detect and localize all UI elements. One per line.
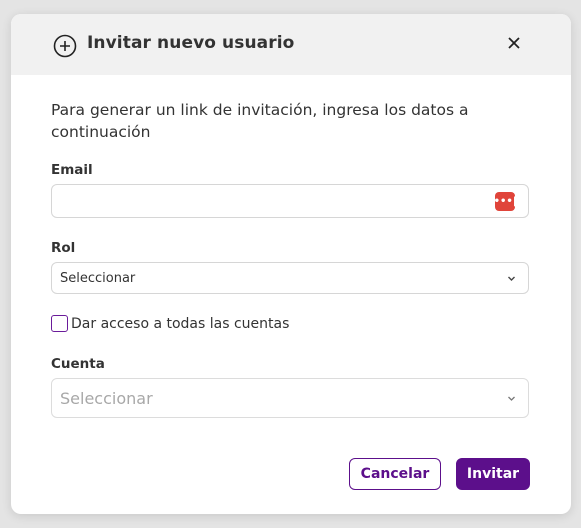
- intro-text: Para generar un link de invitación, ingr…: [51, 101, 469, 141]
- access-all-accounts-row[interactable]: Dar acceso a todas las cuentas: [51, 315, 289, 332]
- chevron-down-icon: [508, 396, 515, 401]
- access-all-accounts-checkbox[interactable]: [51, 315, 68, 332]
- email-label: Email: [51, 162, 93, 178]
- invite-user-modal: Invitar nuevo usuario Para generar un li…: [11, 14, 571, 514]
- password-manager-icon[interactable]: •••|: [493, 192, 517, 211]
- modal-title: Invitar nuevo usuario: [87, 33, 295, 53]
- modal-header: Invitar nuevo usuario: [11, 14, 571, 75]
- password-manager-badge-text: •••|: [493, 195, 517, 207]
- chevron-down-icon: [508, 276, 515, 281]
- close-icon[interactable]: [505, 34, 523, 52]
- cancel-button[interactable]: Cancelar: [349, 458, 441, 490]
- cuenta-select-placeholder: Seleccionar: [60, 389, 153, 408]
- cuenta-label: Cuenta: [51, 356, 105, 372]
- email-field[interactable]: •••|: [51, 184, 529, 218]
- rol-select-value: Seleccionar: [60, 271, 136, 286]
- rol-label: Rol: [51, 240, 76, 256]
- invite-button[interactable]: Invitar: [456, 458, 530, 490]
- cuenta-select[interactable]: Seleccionar: [51, 378, 529, 418]
- access-all-accounts-label: Dar acceso a todas las cuentas: [71, 315, 290, 332]
- plus-circle-icon: [53, 34, 77, 58]
- rol-select[interactable]: Seleccionar: [51, 262, 529, 294]
